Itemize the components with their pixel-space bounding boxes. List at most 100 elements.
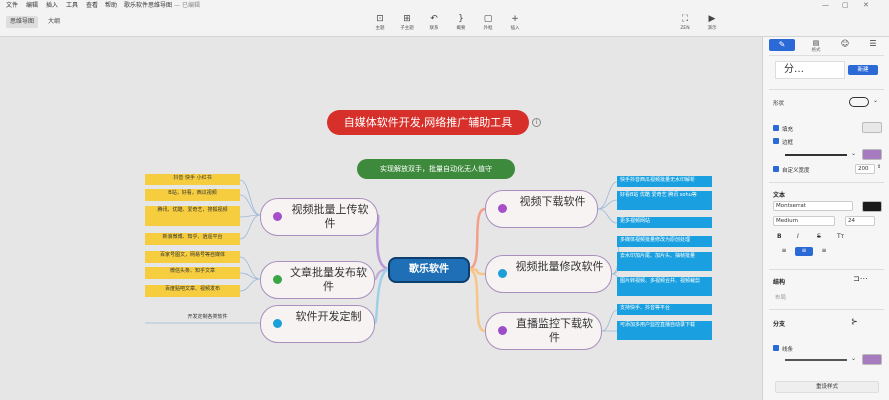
reset-style-button[interactable]: 重设样式 <box>775 381 879 393</box>
notes-icon[interactable]: ☰ <box>865 39 881 48</box>
branch-label: 视频下载软件 <box>519 195 586 208</box>
border-color-swatch[interactable] <box>862 149 882 160</box>
branch-dot-icon <box>498 204 507 213</box>
subtopic-label: 子主题 <box>400 26 414 31</box>
font-family-select[interactable]: Montserrat <box>773 201 853 211</box>
menu-bar: 文件 编辑 插入 工具 查看 帮助 歌乐软件思维导图 — 已编辑 — ▢ ✕ <box>0 0 889 11</box>
text-case-button[interactable]: Tт <box>837 233 844 240</box>
border-checkbox[interactable] <box>773 138 779 144</box>
new-style-button[interactable]: 新建 <box>848 65 878 75</box>
branch-custom-dev[interactable]: 软件开发定制 <box>260 305 375 343</box>
branch-video-download[interactable]: 视频下载软件 <box>485 190 598 228</box>
branch-video-modify[interactable]: 视频批量修改软件 <box>485 255 612 293</box>
style-selector[interactable]: 分… <box>775 61 845 79</box>
leaf-item[interactable]: 可添加多用户监控直播自动录下载 <box>617 321 712 340</box>
icon-tab-icon[interactable]: ☺ <box>837 39 853 48</box>
branch-label: 软件开发定制 <box>295 310 362 323</box>
branch-dot-icon <box>273 275 282 284</box>
summary-button[interactable]: } 概要 <box>447 13 475 35</box>
document-title: 歌乐软件思维导图 <box>124 2 173 9</box>
chevron-down-icon[interactable]: ⌄ <box>851 355 856 362</box>
leaf-item[interactable]: 更多视频网站 <box>617 217 712 228</box>
menu-edit[interactable]: 编辑 <box>26 0 38 11</box>
menu-tools[interactable]: 工具 <box>66 0 78 11</box>
structure-layout-select[interactable]: 布局 <box>775 293 786 301</box>
present-button[interactable]: ▶ 演示 <box>698 13 726 35</box>
line-style[interactable] <box>785 359 847 361</box>
branch-style-icon[interactable]: ⊱ <box>851 317 858 326</box>
bold-button[interactable]: B <box>777 233 782 240</box>
branch-dot-icon <box>498 326 507 335</box>
align-right-icon[interactable]: ≡ <box>815 247 833 256</box>
format-tab[interactable]: ▤ 格式 <box>803 39 829 53</box>
font-weight-select[interactable]: Medium <box>773 216 835 226</box>
custom-width-input[interactable]: 200 <box>855 164 875 174</box>
style-icon[interactable]: ✎ <box>769 39 795 51</box>
edit-status: 已编辑 <box>182 2 201 9</box>
title-marker-icon[interactable]: i <box>532 118 541 127</box>
format-tab-label: 格式 <box>811 48 821 53</box>
branch-article-publish[interactable]: 文章批量发布软件 <box>260 261 375 299</box>
align-center-icon[interactable]: ≡ <box>795 247 813 256</box>
menu-view[interactable]: 查看 <box>86 0 98 11</box>
align-left-icon[interactable]: ≡ <box>775 247 793 256</box>
mindmap-canvas[interactable]: 自媒体软件开发,网络推广辅助工具 i 实现解放双手，批量自动化无人值守 歌乐软件… <box>0 37 762 400</box>
text-color-swatch[interactable] <box>862 201 882 212</box>
chevron-down-icon[interactable]: ⌄ <box>851 150 856 157</box>
leaf-item[interactable]: 快手抖音西瓜视频批量无水印解析 <box>617 176 712 187</box>
title-dash: — <box>174 2 180 9</box>
border-line-style[interactable] <box>785 154 847 156</box>
mindmap-subtitle[interactable]: 实现解放双手，批量自动化无人值守 <box>357 159 515 179</box>
line-checkbox[interactable] <box>773 345 779 351</box>
fill-checkbox[interactable] <box>773 125 779 131</box>
menu-help[interactable]: 帮助 <box>105 0 117 11</box>
line-color-swatch[interactable] <box>862 354 882 365</box>
menu-insert[interactable]: 插入 <box>46 0 58 11</box>
insert-button[interactable]: + 插入 <box>501 13 529 35</box>
branch-label: 文章批量发布软件 <box>290 266 367 293</box>
leaf-item[interactable]: 百家号图文，网易号等自媒体 <box>145 251 240 263</box>
relation-icon: ↶ <box>430 14 438 24</box>
leaf-item[interactable]: 抖音 快手 小红书 <box>145 174 240 185</box>
text-section-title: 文本 <box>773 192 786 199</box>
leaf-item[interactable]: 百度贴吧文章、视频发布 <box>145 285 240 297</box>
relation-button[interactable]: ↶ 联系 <box>420 13 448 35</box>
strikethrough-button[interactable]: S <box>817 233 821 240</box>
topic-button[interactable]: ⊡ 主题 <box>366 13 394 35</box>
stepper-icon[interactable]: ⇕ <box>877 164 881 170</box>
branch-video-upload[interactable]: 视频批量上传软件 <box>260 198 378 236</box>
leaf-item[interactable]: B站，好看，西瓜视频 <box>145 189 240 201</box>
leaf-item[interactable]: 开发定制各类软件 <box>160 313 255 322</box>
leaf-item[interactable]: 图片转视频、多视频合并、视频裁剪 <box>617 277 712 296</box>
branch-live-monitor[interactable]: 直播监控下载软件 <box>485 312 602 350</box>
zen-icon: ⛶ <box>681 14 689 24</box>
tab-outline[interactable]: 大纲 <box>44 16 64 28</box>
tab-mindmap[interactable]: 思维导图 <box>6 16 39 28</box>
custom-width-checkbox[interactable] <box>773 166 779 172</box>
font-size-select[interactable]: 24 <box>845 216 875 226</box>
structure-icon[interactable]: ⊐⋯ <box>853 274 868 283</box>
fill-color-swatch[interactable] <box>862 122 882 133</box>
chevron-down-icon[interactable]: ⌄ <box>873 97 878 104</box>
leaf-item[interactable]: 新浪微博、知乎、逍遥平台 <box>145 233 240 245</box>
central-topic[interactable]: 歌乐软件 <box>388 257 470 283</box>
mindmap-title[interactable]: 自媒体软件开发,网络推广辅助工具 <box>327 110 529 135</box>
leaf-item[interactable]: 支持快手、抖音等平台 <box>617 304 712 315</box>
menu-file[interactable]: 文件 <box>6 0 18 11</box>
leaf-item[interactable]: 多媒体视频批量修改为原创处理 <box>617 236 712 247</box>
subtopic-icon: ⊞ <box>403 14 411 24</box>
zen-button[interactable]: ⛶ ZEN <box>671 13 699 35</box>
close-icon[interactable]: ✕ <box>863 0 869 11</box>
shape-selector[interactable] <box>849 97 869 107</box>
boundary-button[interactable]: ▢ 外框 <box>474 13 502 35</box>
italic-button[interactable]: I <box>797 233 799 240</box>
leaf-item[interactable]: 微信头条、知乎文章 <box>145 267 240 279</box>
minimize-icon[interactable]: — <box>822 0 829 11</box>
leaf-item[interactable]: 好看B站 优酷 爱奇艺 腾讯 sohu等 <box>617 191 712 210</box>
structure-section-title: 结构 <box>773 279 786 286</box>
format-icon: ▤ <box>812 39 820 47</box>
maximize-icon[interactable]: ▢ <box>842 0 849 11</box>
subtopic-button[interactable]: ⊞ 子主题 <box>393 13 421 35</box>
leaf-item[interactable]: 腾讯、优酷、爱奇艺，搜狐视频 <box>145 206 240 226</box>
leaf-item[interactable]: 去水印加片尾、加片头、抽帧批量 <box>617 252 712 271</box>
